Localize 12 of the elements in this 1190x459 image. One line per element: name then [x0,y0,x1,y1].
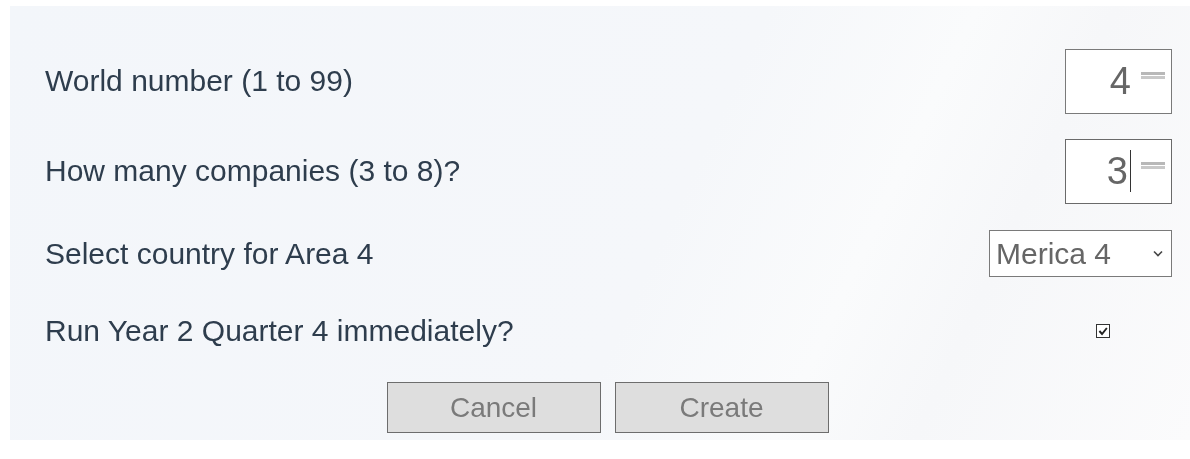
number-field[interactable]: 3 [1065,138,1172,204]
country-dropdown[interactable]: Merica 4 [989,230,1172,277]
field-label: How many companies (3 to 8)? [45,154,461,188]
text-cursor [1130,150,1131,192]
field-label: Run Year 2 Quarter 4 immediately? [45,314,514,348]
field-label: Select country for Area 4 [45,236,374,271]
field-label: World number (1 to 99) [45,64,353,98]
spinner-icon[interactable] [1141,72,1165,80]
chevron-icon [1153,250,1163,257]
spinner-icon[interactable] [1141,162,1165,170]
number-field[interactable]: 4 [1065,48,1172,114]
checkbox[interactable] [1096,324,1110,338]
